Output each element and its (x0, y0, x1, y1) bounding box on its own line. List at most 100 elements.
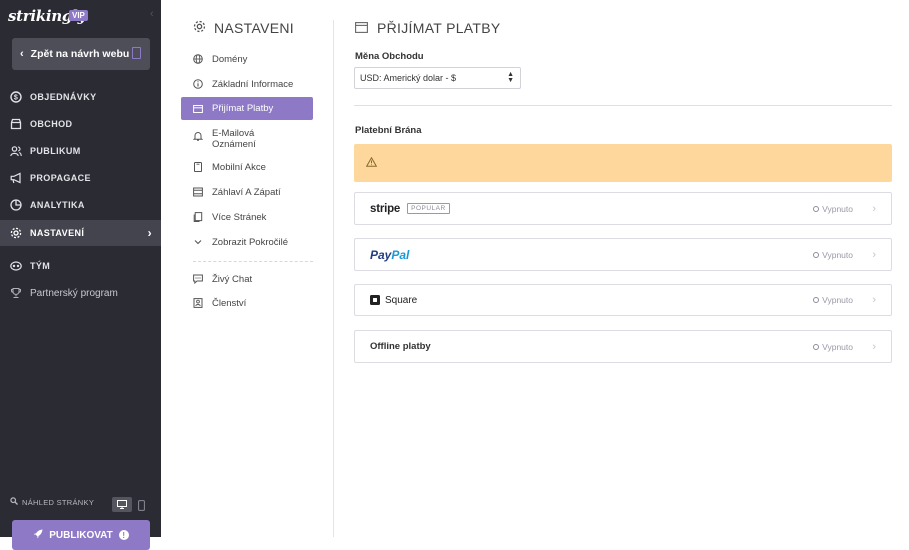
publish-label: PUBLIKOVAT (49, 529, 113, 541)
vip-badge: VIP (69, 10, 88, 21)
warning-banner (354, 144, 892, 182)
sidebar-item-label: ANALYTIKA (30, 200, 85, 210)
settings-nav-multiple-pages[interactable]: Více Stránek (181, 206, 313, 228)
preview-label: NÁHLED STRÁNKY (22, 497, 95, 507)
sidebar-item-label: NASTAVENÍ (30, 228, 85, 238)
section-divider (354, 105, 892, 106)
sidebar-item-orders[interactable]: $ OBJEDNÁVKY (0, 84, 161, 110)
status-dot-icon (813, 297, 820, 303)
paypal-logo-part-1: Pay (370, 247, 392, 262)
currency-select[interactable]: USD: Americký dolar - $ ▲ ▼ (354, 67, 521, 89)
credit-card-icon (193, 104, 203, 114)
settings-nav-label: Členství (212, 297, 247, 309)
payment-gateway-label: Platební Brána (355, 125, 422, 136)
publish-button[interactable]: PUBLIKOVAT ! (12, 520, 150, 550)
currency-select-value: USD: Americký dolar - $ (360, 73, 457, 83)
settings-nav-label: Zobrazit Pokročilé (212, 236, 289, 248)
sidebar-item-analytics[interactable]: ANALYTIKA (0, 192, 161, 218)
sidebar-item-partner-program[interactable]: Partnerský program (0, 280, 161, 306)
settings-nav-live-chat[interactable]: Živý Chat (181, 268, 313, 290)
gateway-status: Vypnuto (822, 249, 853, 260)
info-icon (193, 79, 203, 89)
sidebar-item-store[interactable]: OBCHOD (0, 111, 161, 137)
sidebar-item-audience[interactable]: PUBLIKUM (0, 138, 161, 164)
settings-nav-divider (193, 261, 313, 262)
settings-nav-label: Mobilní Akce (212, 161, 266, 173)
settings-nav-header-footer[interactable]: Záhlaví A Zápatí (181, 181, 313, 203)
back-to-editor-button[interactable]: ‹ Zpět na návrh webu (12, 38, 150, 70)
membership-icon (193, 298, 203, 308)
pie-chart-icon (10, 199, 22, 211)
megaphone-icon (10, 172, 22, 184)
gateway-status: Vypnuto (822, 295, 853, 305)
pages-icon (193, 212, 203, 222)
sidebar-item-promotion[interactable]: PROPAGACE (0, 165, 161, 191)
gear-icon (193, 20, 206, 36)
warning-icon (365, 154, 378, 172)
select-arrows-icon: ▲ ▼ (507, 71, 514, 84)
settings-nav-label: Více Stránek (212, 211, 267, 223)
chevron-right-icon: › (872, 340, 876, 353)
rocket-icon (33, 529, 43, 542)
page-icon (132, 47, 141, 59)
gateway-paypal-row[interactable]: PayPal Vypnuto › (354, 238, 892, 271)
team-icon (10, 260, 22, 272)
sidebar-item-label: OBJEDNÁVKY (30, 92, 97, 102)
chat-icon (193, 274, 203, 284)
sidebar-item-label: PROPAGACE (30, 173, 91, 183)
header-footer-icon (193, 187, 203, 197)
gateway-status: Vypnuto (822, 203, 853, 214)
settings-nav-accept-payments[interactable]: Přijímat Platby (181, 97, 313, 120)
store-icon (10, 118, 22, 130)
settings-nav-membership[interactable]: Členství (181, 292, 313, 314)
gateway-status: Vypnuto (822, 341, 853, 352)
gateway-offline-row[interactable]: Offline platby Vypnuto › (354, 330, 892, 363)
settings-nav-label: Záhlaví A Zápatí (212, 186, 281, 198)
paypal-logo-part-2: Pal (391, 247, 410, 262)
settings-nav-basic-info[interactable]: Základní Informace (181, 73, 313, 95)
chevron-down-icon (193, 237, 203, 247)
settings-nav-label: Přijímat Platby (212, 103, 274, 114)
publish-alert-badge: ! (118, 530, 129, 540)
page-title: PŘIJÍMAT PLATBY (355, 20, 501, 36)
settings-divider (333, 20, 334, 537)
back-to-editor-label: Zpět na návrh webu (30, 48, 130, 60)
settings-nav-domains[interactable]: Domény (181, 48, 313, 70)
sidebar-item-settings[interactable]: NASTAVENÍ › (0, 220, 161, 246)
bell-icon (193, 131, 203, 141)
collapse-sidebar-icon[interactable]: ‹ (150, 8, 154, 20)
status-dot-icon (813, 343, 820, 350)
svg-text:$: $ (14, 95, 18, 102)
site-preview-label: NÁHLED STRÁNKY (10, 497, 94, 507)
sidebar-item-label: TÝM (30, 261, 51, 271)
gear-icon (10, 227, 22, 239)
gateway-stripe-row[interactable]: stripe POPULAR Vypnuto › (354, 192, 892, 225)
search-icon (10, 497, 18, 507)
desktop-preview-button[interactable] (112, 497, 132, 512)
sidebar-item-label: Partnerský program (30, 287, 118, 299)
sidebar-item-team[interactable]: TÝM (0, 253, 161, 279)
globe-icon (193, 54, 203, 64)
tablet-icon (193, 162, 203, 172)
currency-label: Měna Obchodu (355, 51, 424, 62)
settings-nav-label: Základní Informace (212, 78, 294, 90)
dollar-circle-icon: $ (10, 91, 22, 103)
settings-nav-label: Domény (212, 53, 248, 65)
trophy-icon (10, 287, 22, 299)
paypal-logo: PayPal (370, 248, 409, 262)
offline-payments-label: Offline platby (370, 341, 431, 352)
square-logo-text: Square (385, 294, 418, 306)
settings-nav-label: Živý Chat (212, 273, 253, 285)
chevron-right-icon: › (147, 226, 152, 240)
mobile-icon (137, 499, 145, 511)
settings-nav-mobile-actions[interactable]: Mobilní Akce (181, 156, 313, 178)
mobile-preview-button[interactable] (136, 498, 146, 512)
gateway-square-row[interactable]: Square Vypnuto › (354, 284, 892, 316)
chevron-right-icon: › (872, 294, 876, 306)
stripe-logo: stripe (370, 202, 401, 215)
status-dot-icon (813, 205, 820, 212)
settings-nav-show-advanced[interactable]: Zobrazit Pokročilé (181, 231, 313, 253)
desktop-icon (117, 500, 127, 509)
sidebar-item-label: OBCHOD (30, 119, 73, 129)
settings-nav-email-notifications[interactable]: E-Mailová Oznámení (181, 125, 313, 157)
